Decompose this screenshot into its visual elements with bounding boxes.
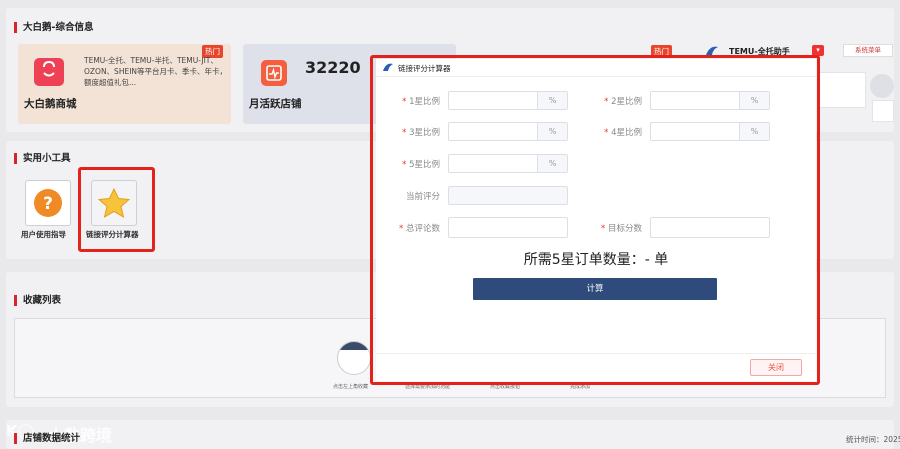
mall-card[interactable]: 热门 TEMU-全托、TEMU-半托、TEMU-JIT、OZON、SHEIN等平… [18,44,231,124]
system-menu-label: 系统菜单 [855,46,881,54]
active-stores-count: 32220 [305,58,361,77]
dialog-highlight [370,55,820,385]
mall-name: 大白鹅商城 [24,98,77,110]
preview-avatar [870,74,894,98]
active-stores-label: 月活跃店铺 [249,98,302,110]
favorites-step-1: 点击左上角收藏 [333,384,369,390]
heartbeat-icon [261,60,287,86]
section-title-tools: 实用小工具 [14,153,71,164]
rating-calculator-label: 链接评分计算器 [86,230,139,239]
system-menu-button[interactable]: 系统菜单 [843,44,893,57]
section-title-store-stats: 店铺数据统计 [14,433,80,444]
rating-calculator-tool[interactable] [91,180,137,226]
star-icon [98,187,130,219]
store-stats-section [6,420,894,449]
preview-panel [872,100,894,122]
user-guide-label: 用户使用指导 [21,230,66,239]
preview-thumbnail [818,72,866,108]
mall-description: TEMU-全托、TEMU-半托、TEMU-JIT、OZON、SHEIN等平台月卡… [84,56,228,87]
question-icon: ? [34,189,62,217]
favorites-guide-image [337,341,371,375]
user-guide-tool[interactable]: ? [25,180,71,226]
section-title-info: 大白鹅-综合信息 [14,22,93,33]
section-title-favorites: 收藏列表 [14,295,61,306]
stats-time-label: 统计时间：2025 [846,435,900,444]
svg-text:?: ? [43,194,53,214]
shopping-bag-icon [34,58,64,86]
